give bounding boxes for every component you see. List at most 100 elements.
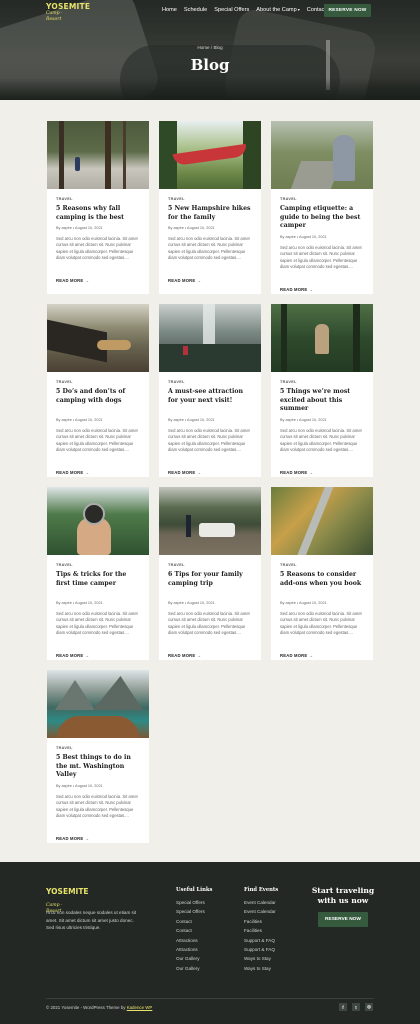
site-logo[interactable]: YOSEMITE Camp · Resort	[46, 3, 90, 23]
footer-link[interactable]: Event Calendar	[244, 907, 276, 916]
footer-link[interactable]: Ways to Stay	[244, 964, 276, 973]
post-category[interactable]: TRAVEL	[280, 197, 297, 201]
read-more-link[interactable]: READ MORE →	[56, 836, 89, 841]
useful-links-heading: Useful Links	[176, 887, 213, 893]
post-title[interactable]: 5 Things we’re most excited about this s…	[280, 388, 366, 414]
menu-item-about[interactable]: About the Camp▾	[256, 7, 299, 13]
post-excerpt: Sed arcu non odio euismod lacinia. Sit a…	[56, 611, 138, 635]
read-more-link[interactable]: READ MORE →	[56, 653, 89, 658]
post-excerpt: Sed arcu non odio euismod lacinia. Sit a…	[280, 245, 362, 269]
footer-link[interactable]: Contact	[176, 917, 205, 926]
post-thumbnail[interactable]	[271, 304, 373, 372]
read-more-link[interactable]: READ MORE →	[280, 653, 313, 658]
post-category[interactable]: TRAVEL	[280, 380, 297, 384]
footer-link[interactable]: Special Offers	[176, 898, 205, 907]
post-thumbnail[interactable]	[159, 121, 261, 189]
post-title[interactable]: Camping etiquette: a guide to being the …	[280, 205, 366, 231]
post-thumbnail[interactable]	[271, 487, 373, 555]
post-excerpt: Sed arcu non odio euismod lacinia. Sit a…	[168, 611, 250, 635]
footer-link[interactable]: Our Gallery	[176, 964, 205, 973]
read-more-link[interactable]: READ MORE →	[56, 278, 89, 283]
read-more-link[interactable]: READ MORE →	[168, 653, 201, 658]
post-thumbnail[interactable]	[47, 121, 149, 189]
post-card[interactable]: TRAVEL 5 Do’s and don’ts of camping with…	[47, 304, 149, 477]
post-title[interactable]: 5 Reasons to consider add-ons when you b…	[280, 571, 366, 588]
post-title[interactable]: 5 New Hampshire hikes for the family	[168, 205, 254, 222]
instagram-icon[interactable]: ◎	[365, 1003, 373, 1011]
footer-link[interactable]: Event Calendar	[244, 898, 276, 907]
post-excerpt: Sed arcu non odio euismod lacinia. Sit a…	[280, 611, 362, 635]
read-more-link[interactable]: READ MORE →	[56, 470, 89, 475]
post-card[interactable]: TRAVEL 5 Reasons why fall camping is the…	[47, 121, 149, 294]
read-more-link[interactable]: READ MORE →	[280, 470, 313, 475]
post-title[interactable]: 5 Best things to do in the mt. Washingto…	[56, 754, 142, 780]
post-title[interactable]: A must-see attraction for your next visi…	[168, 388, 254, 405]
post-card[interactable]: TRAVEL A must-see attraction for your ne…	[159, 304, 261, 477]
footer-description: Arcu non sodales neque sodales ut etiam …	[46, 910, 137, 931]
post-excerpt: Sed arcu non odio euismod lacinia. Sit a…	[56, 236, 138, 260]
post-thumbnail[interactable]	[47, 487, 149, 555]
footer-link[interactable]: Facilities	[244, 926, 276, 935]
post-title[interactable]: Tips & tricks for the first time camper	[56, 571, 142, 588]
post-meta: By aspire • August 10, 2021	[280, 235, 327, 239]
post-thumbnail[interactable]	[159, 487, 261, 555]
footer-logo[interactable]: YOSEMITE Camp · Resort	[46, 888, 89, 915]
post-meta: By aspire • August 10, 2021	[56, 418, 103, 422]
post-meta: By aspire • August 10, 2021	[168, 226, 215, 230]
footer-link[interactable]: Ways to Stay	[244, 954, 276, 963]
page-title: Blog	[190, 56, 230, 74]
post-card[interactable]: TRAVEL 5 Best things to do in the mt. Wa…	[47, 670, 149, 843]
facebook-icon[interactable]: f	[339, 1003, 347, 1011]
post-meta: By aspire • August 10, 2021	[56, 784, 103, 788]
kadence-link[interactable]: Kadence WP	[127, 1005, 153, 1010]
post-category[interactable]: TRAVEL	[56, 563, 73, 567]
read-more-link[interactable]: READ MORE →	[168, 470, 201, 475]
post-category[interactable]: TRAVEL	[168, 563, 185, 567]
find-events-list: Event Calendar Event Calendar Facilities…	[244, 898, 276, 973]
post-category[interactable]: TRAVEL	[168, 380, 185, 384]
footer-link[interactable]: Special Offers	[176, 907, 205, 916]
post-title[interactable]: 6 Tips for your family camping trip	[168, 571, 254, 588]
read-more-link[interactable]: READ MORE →	[280, 287, 313, 292]
post-category[interactable]: TRAVEL	[56, 746, 73, 750]
post-category[interactable]: TRAVEL	[168, 197, 185, 201]
post-category[interactable]: TRAVEL	[56, 380, 73, 384]
footer-link[interactable]: Our Gallery	[176, 954, 205, 963]
post-card[interactable]: TRAVEL 6 Tips for your family camping tr…	[159, 487, 261, 660]
post-meta: By aspire • August 10, 2021	[280, 601, 327, 605]
footer-divider	[46, 998, 374, 999]
footer-link[interactable]: Support & FAQ	[244, 936, 276, 945]
post-card[interactable]: TRAVEL Tips & tricks for the first time …	[47, 487, 149, 660]
footer-cta-title: Start traveling with us now	[311, 886, 375, 905]
post-excerpt: Sed arcu non odio euismod lacinia. Sit a…	[168, 428, 250, 452]
reserve-now-button[interactable]: RESERVE NOW	[324, 4, 371, 17]
post-meta: By aspire • August 10, 2021	[280, 418, 327, 422]
post-thumbnail[interactable]	[271, 121, 373, 189]
post-title[interactable]: 5 Reasons why fall camping is the best	[56, 205, 142, 222]
post-card[interactable]: TRAVEL 5 New Hampshire hikes for the fam…	[159, 121, 261, 294]
footer-link[interactable]: Facilities	[244, 917, 276, 926]
post-card[interactable]: TRAVEL 5 Things we’re most excited about…	[271, 304, 373, 477]
twitter-icon[interactable]: t	[352, 1003, 360, 1011]
footer-link[interactable]: Support & FAQ	[244, 945, 276, 954]
menu-item-home[interactable]: Home	[162, 7, 177, 13]
post-card[interactable]: TRAVEL Camping etiquette: a guide to bei…	[271, 121, 373, 294]
footer-reserve-button[interactable]: RESERVE NOW	[318, 912, 368, 927]
post-category[interactable]: TRAVEL	[280, 563, 297, 567]
menu-item-schedule[interactable]: Schedule	[184, 7, 207, 13]
read-more-link[interactable]: READ MORE →	[168, 278, 201, 283]
post-meta: By aspire • August 10, 2021	[168, 418, 215, 422]
post-category[interactable]: TRAVEL	[56, 197, 73, 201]
post-thumbnail[interactable]	[159, 304, 261, 372]
post-thumbnail[interactable]	[47, 670, 149, 738]
footer-link[interactable]: Attractions	[176, 945, 205, 954]
footer-link[interactable]: Attractions	[176, 936, 205, 945]
post-thumbnail[interactable]	[47, 304, 149, 372]
menu-item-special-offers[interactable]: Special Offers	[214, 7, 249, 13]
post-excerpt: Sed arcu non odio euismod lacinia. Sit a…	[168, 236, 250, 260]
post-meta: By aspire • August 10, 2021	[56, 226, 103, 230]
post-excerpt: Sed arcu non odio euismod lacinia. Sit a…	[280, 428, 362, 452]
footer-link[interactable]: Contact	[176, 926, 205, 935]
post-card[interactable]: TRAVEL 5 Reasons to consider add-ons whe…	[271, 487, 373, 660]
post-title[interactable]: 5 Do’s and don’ts of camping with dogs	[56, 388, 142, 405]
